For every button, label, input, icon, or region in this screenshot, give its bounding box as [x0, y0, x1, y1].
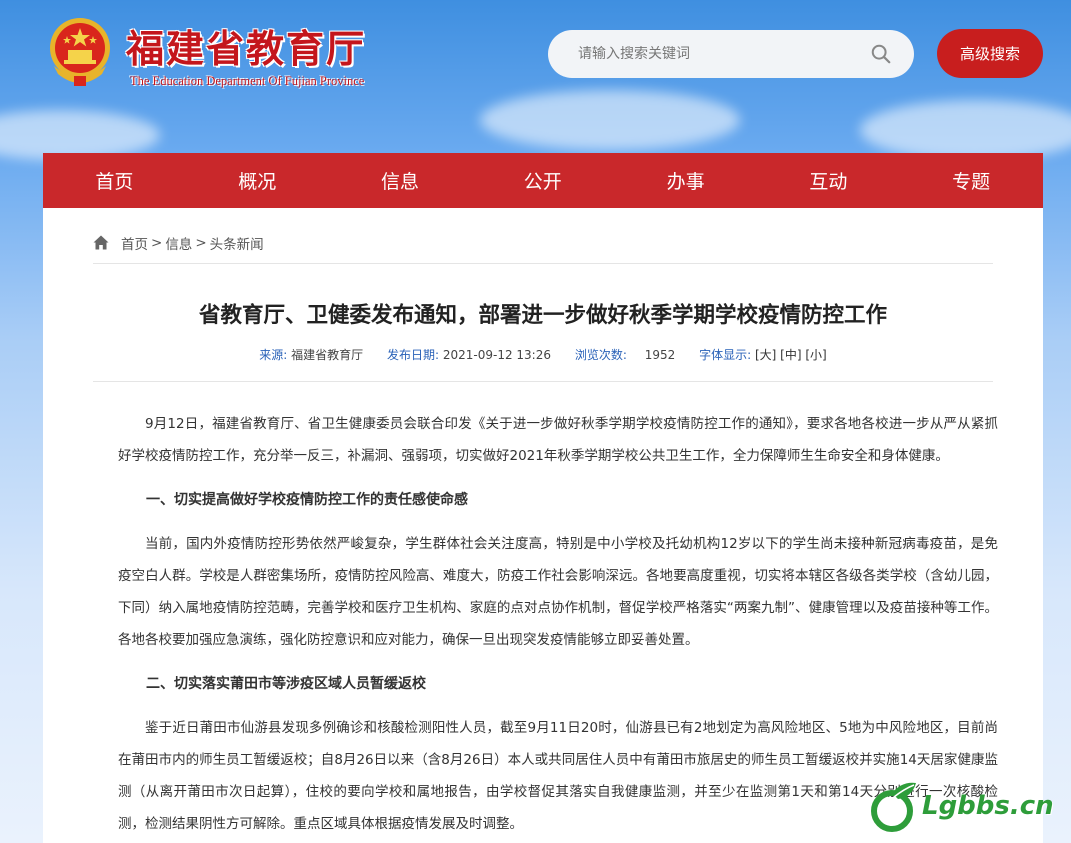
views-value: 1952: [644, 348, 676, 362]
watermark: Lgbbs.cn: [868, 774, 1068, 838]
article-meta: 来源: 福建省教育厅 发布日期: 2021-09-12 13:26 浏览次数: …: [93, 346, 993, 382]
national-emblem-icon: [50, 18, 110, 86]
article-section-heading: 二、切实落实莆田市等涉疫区域人员暂缓返校: [146, 676, 426, 692]
article-paragraph: 当前，国内外疫情防控形势依然严峻复杂，学生群体社会关注度高，特别是中小学校及托幼…: [118, 536, 998, 648]
article-paragraph: 鉴于近日莆田市仙游县发现多例确诊和核酸检测阳性人员，截至9月11日20时，仙游县…: [118, 720, 998, 832]
breadcrumb-home[interactable]: 首页: [121, 233, 148, 253]
search-input[interactable]: [578, 46, 870, 62]
home-icon[interactable]: [93, 235, 109, 250]
watermark-text: Lgbbs.cn: [922, 791, 1054, 821]
font-size-small-button[interactable]: [小]: [805, 348, 826, 362]
source-value: 福建省教育厅: [291, 348, 364, 362]
nav-item-overview[interactable]: 概况: [186, 167, 329, 194]
site-header: 福建省教育厅 The Education Department Of Fujia…: [0, 0, 1071, 150]
breadcrumb: 首页 > 信息 > 头条新闻: [93, 232, 993, 264]
site-title: 福建省教育厅: [126, 26, 367, 71]
font-size-large-button[interactable]: [大]: [755, 348, 776, 362]
breadcrumb-separator: >: [195, 234, 207, 251]
breadcrumb-headline-news[interactable]: 头条新闻: [210, 233, 264, 253]
watermark-logo-icon: [871, 782, 916, 832]
site-subtitle: The Education Department Of Fujian Provi…: [130, 74, 365, 88]
content-panel: 首页 > 信息 > 头条新闻 省教育厅、卫健委发布通知，部署进一步做好秋季学期学…: [43, 208, 1043, 843]
date-value: 2021-09-12 13:26: [442, 348, 551, 362]
main-nav: 首页 概况 信息 公开 办事 互动 专题: [43, 153, 1043, 208]
nav-item-public[interactable]: 公开: [471, 167, 614, 194]
font-size-label: 字体显示:: [699, 348, 752, 362]
advanced-search-button[interactable]: 高级搜索: [937, 29, 1043, 78]
nav-item-topics[interactable]: 专题: [900, 167, 1043, 194]
views-label: 浏览次数:: [574, 348, 627, 362]
nav-item-home[interactable]: 首页: [43, 167, 186, 194]
search-box: [548, 30, 914, 78]
font-size-medium-button[interactable]: [中]: [780, 348, 801, 362]
breadcrumb-separator: >: [151, 234, 163, 251]
breadcrumb-info[interactable]: 信息: [165, 233, 192, 253]
nav-item-info[interactable]: 信息: [329, 167, 472, 194]
article-paragraph: 9月12日，福建省教育厅、省卫生健康委员会联合印发《关于进一步做好秋季学期学校疫…: [118, 416, 998, 464]
nav-item-interaction[interactable]: 互动: [757, 167, 900, 194]
search-icon[interactable]: [870, 43, 892, 65]
source-label: 来源:: [259, 348, 288, 362]
article-section-heading: 一、切实提高做好学校疫情防控工作的责任感使命感: [146, 492, 468, 508]
article-body: 9月12日，福建省教育厅、省卫生健康委员会联合印发《关于进一步做好秋季学期学校疫…: [118, 408, 998, 843]
nav-item-services[interactable]: 办事: [614, 167, 757, 194]
article-title: 省教育厅、卫健委发布通知，部署进一步做好秋季学期学校疫情防控工作: [198, 303, 887, 328]
date-label: 发布日期:: [386, 348, 440, 362]
